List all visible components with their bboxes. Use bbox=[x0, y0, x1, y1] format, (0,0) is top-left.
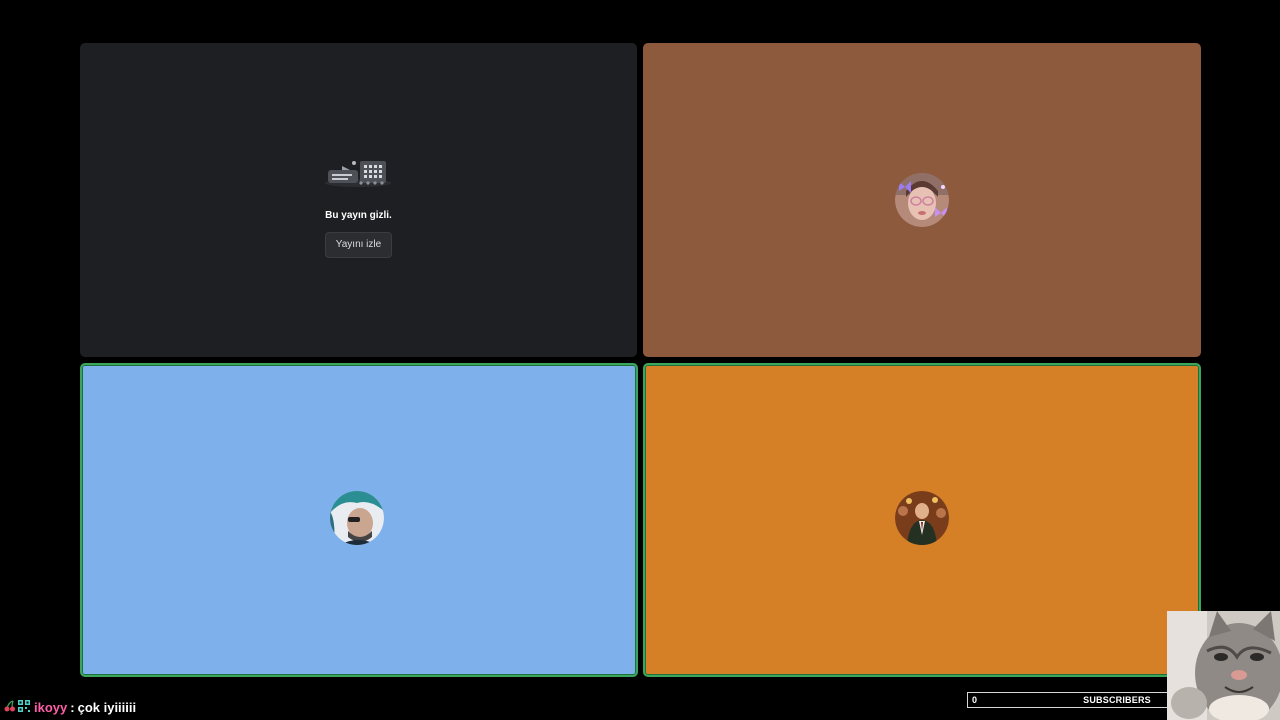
chat-badges bbox=[4, 699, 30, 715]
participant-tile[interactable] bbox=[643, 43, 1201, 357]
watch-stream-button[interactable]: Yayını izle bbox=[325, 232, 392, 258]
participant-avatar bbox=[895, 491, 949, 545]
cat-face-webcam-icon bbox=[1167, 611, 1280, 720]
hidden-stream-message: Bu yayın gizli. bbox=[325, 210, 392, 221]
participant-tile[interactable] bbox=[643, 363, 1201, 677]
avatar-man-in-suit-icon bbox=[895, 491, 949, 545]
avatar-man-with-glasses-icon bbox=[330, 491, 384, 545]
participant-avatar bbox=[330, 491, 384, 545]
cherry-icon bbox=[4, 699, 16, 715]
webcam-overlay bbox=[1167, 611, 1280, 720]
chat-username: ikoyy bbox=[34, 699, 68, 715]
participant-tile[interactable] bbox=[80, 363, 638, 677]
chat-message: ikoyy : çok iyiiiiii bbox=[4, 699, 136, 715]
hidden-stream-illustration-icon bbox=[324, 157, 392, 187]
chat-separator: : bbox=[70, 699, 75, 715]
chat-text: çok iyiiiiii bbox=[77, 699, 137, 715]
avatar-girl-with-butterflies-icon bbox=[895, 173, 949, 227]
qr-badge-icon bbox=[18, 699, 30, 715]
hidden-stream-tile[interactable]: Bu yayın gizli. Yayını izle bbox=[80, 43, 637, 357]
participant-avatar bbox=[895, 173, 949, 227]
